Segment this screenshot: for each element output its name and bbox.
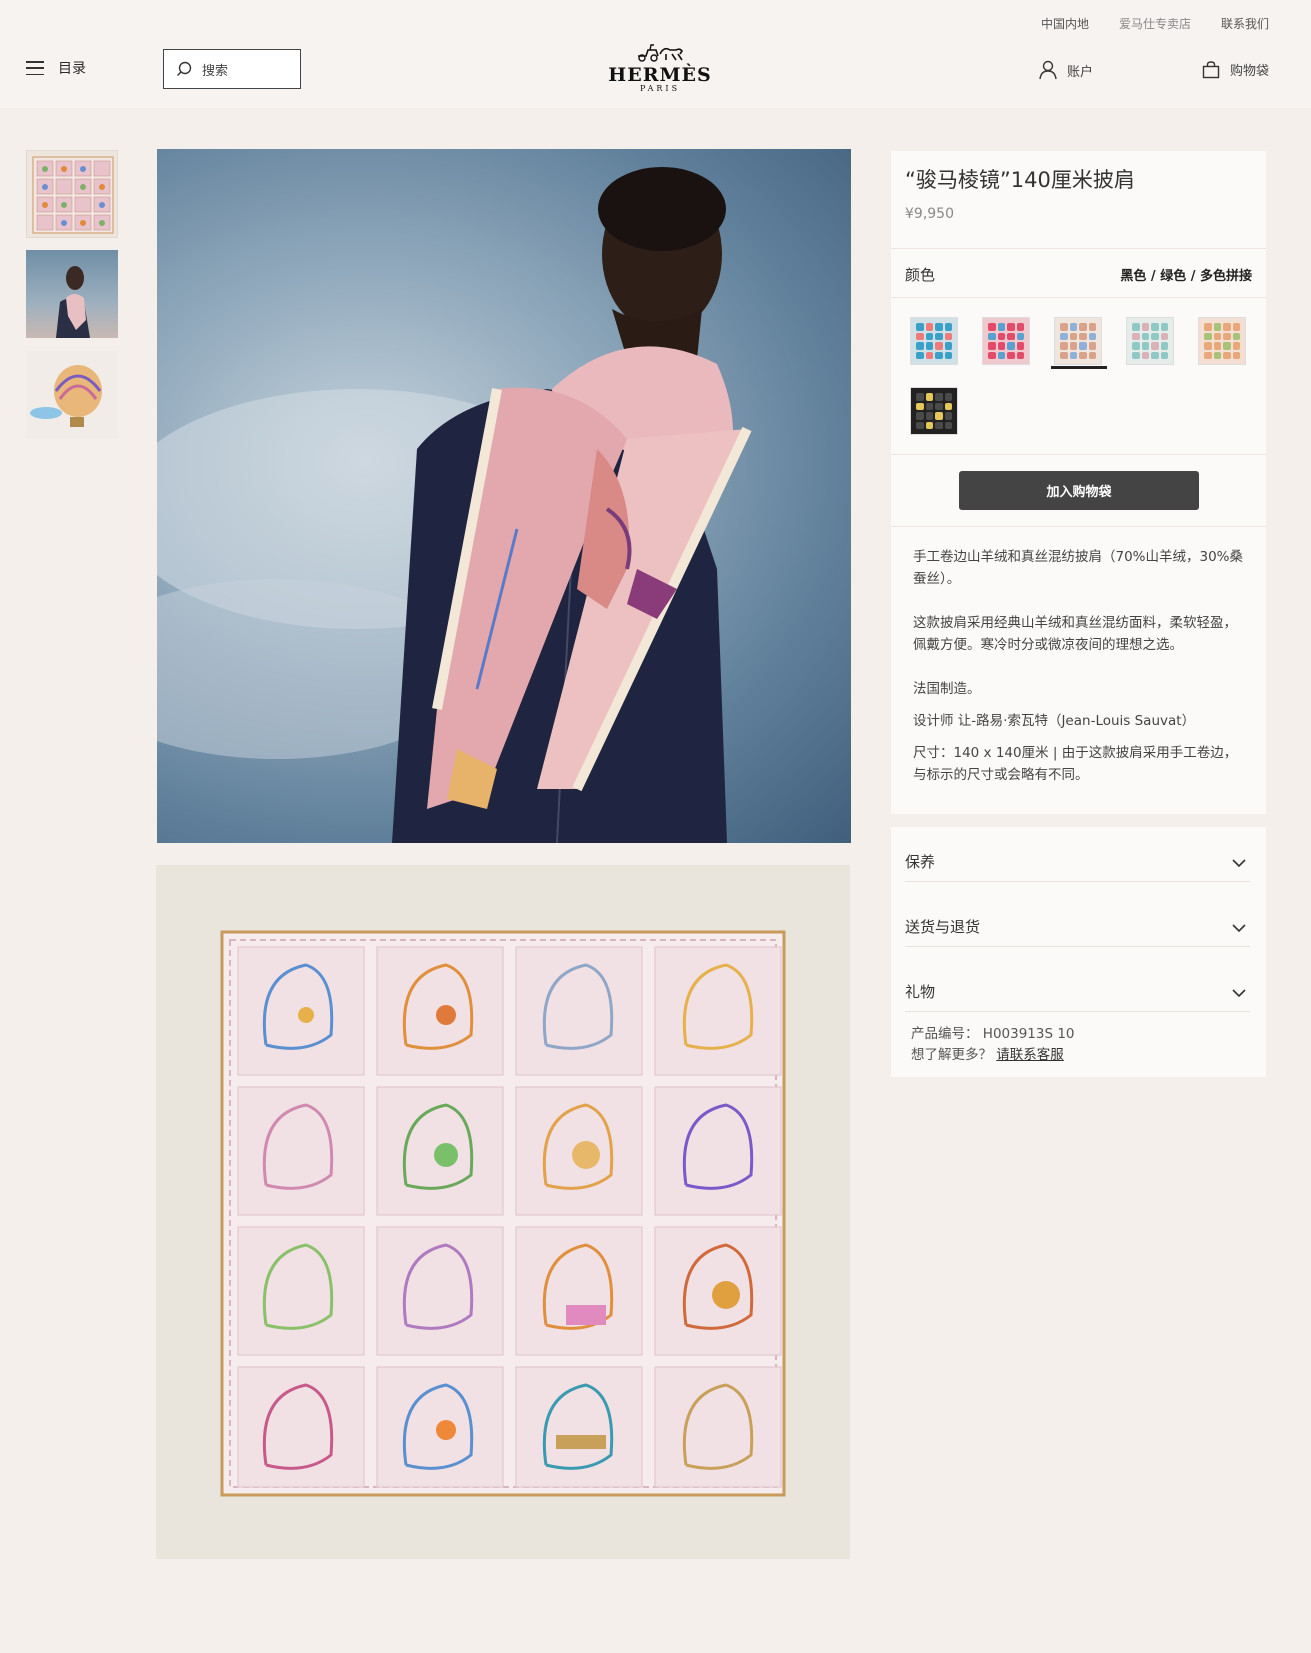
chevron-down-icon	[1232, 859, 1246, 868]
accordion-shipping[interactable]: 送货与退货	[905, 906, 1250, 947]
info-accordion: 保养 送货与退货 礼物 产品编号： H003913S 10 想了解更多？ 请联系…	[891, 827, 1266, 1077]
site-header: 中国内地 爱马仕专卖店 联系我们 目录 搜索 HERMÈS PARIS 账户 购…	[0, 0, 1311, 108]
stores-link[interactable]: 爱马仕专卖店	[1119, 15, 1191, 32]
bag-icon	[1202, 60, 1220, 78]
accordion-gift[interactable]: 礼物	[905, 971, 1250, 1012]
scarf-thumb-image	[32, 156, 114, 234]
shopping-bag-button[interactable]: 购物袋	[1202, 60, 1269, 79]
accordion-gift-label: 礼物	[905, 983, 936, 1001]
selected-color-name: 黑色 / 绿色 / 多色拼接	[1120, 269, 1252, 284]
menu-button[interactable]: 目录	[26, 58, 86, 78]
model-thumb-image	[56, 266, 90, 338]
color-swatch-2[interactable]	[1054, 317, 1102, 365]
thumbnail-scarf-flat[interactable]	[26, 150, 118, 238]
hamburger-icon	[26, 61, 44, 75]
product-photo-scarf[interactable]	[156, 865, 850, 1559]
product-photo-model[interactable]	[157, 149, 851, 843]
description-origin: 法国制造。	[913, 681, 981, 697]
logo-wordmark: HERMÈS	[608, 64, 712, 86]
search-placeholder: 搜索	[202, 63, 229, 79]
menu-label: 目录	[58, 61, 86, 77]
search-icon	[177, 61, 192, 76]
chevron-down-icon	[1232, 989, 1246, 998]
color-swatch-5[interactable]	[910, 387, 958, 435]
chevron-down-icon	[1232, 924, 1246, 933]
user-icon	[1039, 60, 1057, 80]
carriage-icon	[638, 44, 683, 62]
description-designer: 设计师 让-路易·索瓦特（Jean-Louis Sauvat）	[913, 713, 1196, 729]
add-to-cart-button[interactable]: 加入购物袋	[959, 471, 1199, 510]
contact-prompt: 想了解更多？ 请联系客服	[911, 1043, 1064, 1063]
color-swatch-4[interactable]	[1198, 317, 1246, 365]
contact-link[interactable]: 联系我们	[1221, 15, 1269, 32]
color-swatch-3[interactable]	[1126, 317, 1174, 365]
color-swatch-0[interactable]	[910, 317, 958, 365]
bag-label: 购物袋	[1229, 64, 1269, 79]
account-label: 账户	[1066, 64, 1093, 80]
description-body: 这款披肩采用经典山羊绒和真丝混纺面料，柔软轻盈，佩戴方便。寒冷时分或微凉夜间的理…	[913, 615, 1237, 653]
product-reference: 产品编号： H003913S 10	[911, 1022, 1075, 1042]
product-title: “骏马棱镜”140厘米披肩	[905, 168, 1135, 192]
accordion-care[interactable]: 保养	[905, 841, 1250, 882]
description-composition: 手工卷边山羊绒和真丝混纺披肩（70%山羊绒，30%桑蚕丝）。	[913, 549, 1244, 587]
search-input[interactable]: 搜索	[163, 49, 301, 89]
reference-label: 产品编号：	[911, 1026, 979, 1042]
account-button[interactable]: 账户	[1039, 60, 1093, 80]
divider	[891, 454, 1266, 455]
top-links: 中国内地 爱马仕专卖店 联系我们	[1041, 15, 1269, 32]
description-size: 尺寸：140 x 140厘米 | 由于这款披肩采用手工卷边，与标示的尺寸或会略有…	[913, 745, 1238, 783]
divider	[891, 526, 1266, 527]
selected-swatch-indicator	[1051, 366, 1107, 369]
product-info-panel: “骏马棱镜”140厘米披肩 ¥9,950 颜色 黑色 / 绿色 / 多色拼接 加…	[891, 151, 1266, 814]
divider	[891, 297, 1266, 298]
region-link[interactable]: 中国内地	[1041, 15, 1089, 32]
accordion-shipping-label: 送货与退货	[905, 918, 981, 936]
accordion-care-label: 保养	[905, 853, 936, 871]
model-photo-image	[157, 167, 752, 843]
color-swatch-1[interactable]	[982, 317, 1030, 365]
thumbnail-model[interactable]	[26, 250, 118, 338]
hermes-logo[interactable]: HERMÈS PARIS	[600, 42, 720, 93]
detail-thumb-image	[30, 365, 102, 427]
reference-code: H003913S 10	[982, 1026, 1075, 1042]
divider	[891, 248, 1266, 249]
thumbnail-detail[interactable]	[26, 351, 118, 439]
contact-question: 想了解更多？	[911, 1047, 992, 1063]
contact-service-link[interactable]: 请联系客服	[996, 1047, 1064, 1063]
color-label: 颜色	[905, 266, 936, 284]
scarf-photo-image	[220, 930, 786, 1497]
product-price: ¥9,950	[905, 206, 954, 222]
